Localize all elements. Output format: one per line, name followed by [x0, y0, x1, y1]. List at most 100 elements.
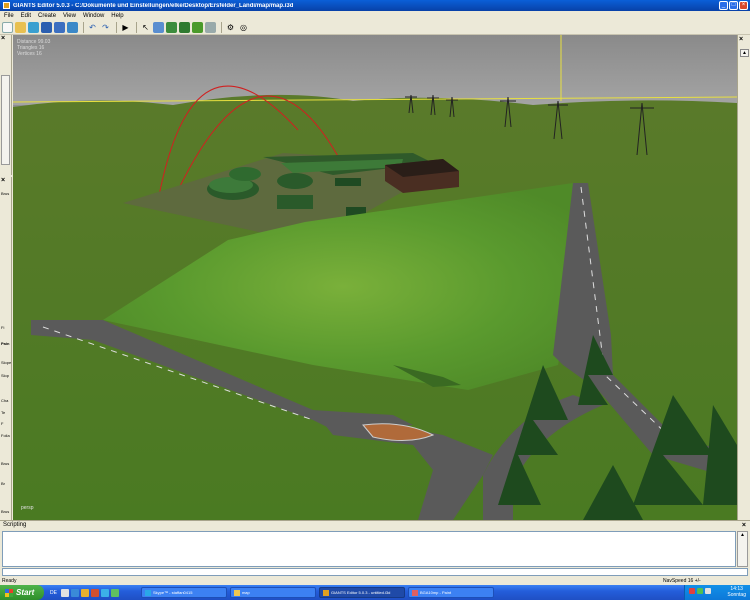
menu-view[interactable]: View [63, 13, 76, 19]
folder-icon [233, 589, 240, 596]
play-icon[interactable]: ▶ [120, 22, 131, 33]
task-label: map [241, 590, 250, 595]
clock-day: Sonntag [727, 592, 746, 598]
side-label: Brus [1, 509, 10, 514]
camera-label: persp [21, 505, 34, 511]
menu-edit[interactable]: Edit [21, 13, 31, 19]
save-icon[interactable] [41, 21, 52, 33]
tray-icon[interactable] [697, 588, 703, 594]
tank [277, 195, 313, 209]
app-icon[interactable] [100, 588, 109, 597]
left-panel: × × Brus Fi Pain Slope Slop Cha Te F Fol… [0, 35, 12, 520]
close-icon[interactable]: × [742, 521, 746, 530]
camera-icon[interactable]: ◎ [238, 22, 249, 33]
menu-create[interactable]: Create [38, 13, 56, 19]
terrain-icon[interactable] [153, 21, 164, 33]
left-panel-bottom: × Brus Fi Pain Slope Slop Cha Te F Folia… [0, 177, 12, 520]
task-label: BGA10mp - Paint [419, 590, 452, 595]
select-icon[interactable]: ↖ [140, 22, 151, 33]
scripting-title: Scripting [3, 522, 27, 528]
windows-logo-icon [5, 588, 13, 597]
start-button[interactable]: Start [0, 585, 44, 600]
minimize-button[interactable]: _ [719, 1, 728, 10]
taskbar: Start DE Skype™ - staffan0415 map GIANTS… [0, 585, 750, 600]
silo [229, 167, 261, 181]
side-label: Brus [1, 191, 10, 196]
skype-icon [144, 589, 151, 596]
toolbar-separator [136, 21, 137, 33]
system-tray: 14:13 Sonntag [684, 585, 750, 600]
browser-icon[interactable] [70, 588, 79, 597]
camera-icon[interactable]: ⚙ [225, 22, 236, 33]
command-input[interactable] [2, 568, 748, 576]
viewport-stats: Distance 99.03 Triangles 16 Vertices 16 [17, 39, 50, 57]
start-label: Start [16, 588, 35, 597]
close-icon[interactable]: × [739, 36, 743, 43]
side-label: Br [1, 481, 5, 486]
task-skype[interactable]: Skype™ - staffan0415 [140, 587, 227, 598]
toolbar-separator [221, 21, 222, 33]
app-icon [3, 2, 10, 9]
redo-icon[interactable]: ↷ [100, 22, 111, 33]
undo-icon[interactable]: ↶ [87, 22, 98, 33]
media-icon[interactable] [90, 588, 99, 597]
side-label: Folia [1, 433, 10, 438]
open-icon[interactable] [15, 21, 26, 33]
side-label: Te [1, 410, 6, 415]
menu-window[interactable]: Window [83, 13, 104, 19]
menu-file[interactable]: File [4, 13, 14, 19]
save-as-icon[interactable] [54, 21, 65, 33]
app-icon[interactable] [110, 588, 119, 597]
task-map[interactable]: map [229, 587, 316, 598]
side-label: Slope [1, 360, 12, 365]
close-icon[interactable]: × [1, 35, 5, 42]
side-label: Brus [1, 461, 10, 466]
side-label: F [1, 421, 4, 426]
reload-icon[interactable] [28, 21, 39, 33]
right-panel: ▲ [737, 35, 750, 520]
scripting-panel-header: Scripting × [0, 520, 750, 530]
stat-vertices: Vertices 16 [17, 51, 42, 57]
paint-icon [411, 589, 418, 596]
desktop-icon[interactable] [60, 588, 69, 597]
grass-icon[interactable] [192, 21, 203, 33]
folder-icon[interactable] [80, 588, 89, 597]
silo [277, 173, 313, 189]
task-giants-editor[interactable]: GIANTS Editor 5.0.3 - untitled.i3d [318, 587, 405, 598]
side-label: Fi [1, 325, 5, 330]
volume-icon[interactable] [705, 588, 711, 594]
close-icon[interactable]: × [1, 177, 5, 184]
status-text: Ready [2, 578, 17, 584]
clock[interactable]: 14:13 Sonntag [727, 586, 746, 598]
task-label: GIANTS Editor 5.0.3 - untitled.i3d [330, 590, 391, 595]
nav-speed: NavSpeed 16 +/- [663, 578, 701, 584]
task-label: Skype™ - staffan0415 [152, 590, 193, 595]
script-output[interactable] [2, 531, 736, 567]
title-bar: GIANTS Editor 5.0.3 - C:/Dokumente und E… [0, 0, 750, 11]
side-label: Slop [1, 373, 10, 378]
import-icon[interactable] [67, 21, 78, 33]
foliage-icon[interactable] [179, 21, 190, 33]
new-icon[interactable] [2, 21, 13, 33]
tray-icon[interactable] [689, 588, 695, 594]
task-paint[interactable]: BGA10mp - Paint [407, 587, 494, 598]
menu-help[interactable]: Help [111, 13, 123, 19]
toolbar: ↶ ↷ ▶ ↖ ⚙ ◎ [0, 20, 750, 35]
window-title: GIANTS Editor 5.0.3 - C:/Dokumente und E… [13, 2, 294, 9]
menu-bar: File Edit Create View Window Help [0, 11, 750, 20]
scrollbar[interactable] [1, 75, 10, 165]
maximize-button[interactable]: □ [729, 1, 738, 10]
left-panel-top: × [0, 35, 12, 175]
scrollbar[interactable]: ▲ [737, 531, 748, 567]
language-indicator[interactable]: DE [50, 590, 57, 596]
scroll-up-button[interactable]: ▲ [740, 49, 749, 57]
close-button[interactable]: × [739, 1, 748, 10]
paint-icon[interactable] [166, 21, 177, 33]
side-label: Pain [1, 341, 10, 346]
giants-icon [322, 589, 329, 596]
scene-render [13, 35, 737, 520]
3d-viewport[interactable]: Distance 99.03 Triangles 16 Vertices 16 … [13, 35, 737, 520]
sky [13, 35, 737, 105]
toolbar-separator [116, 21, 117, 33]
settings-icon[interactable] [205, 21, 216, 33]
